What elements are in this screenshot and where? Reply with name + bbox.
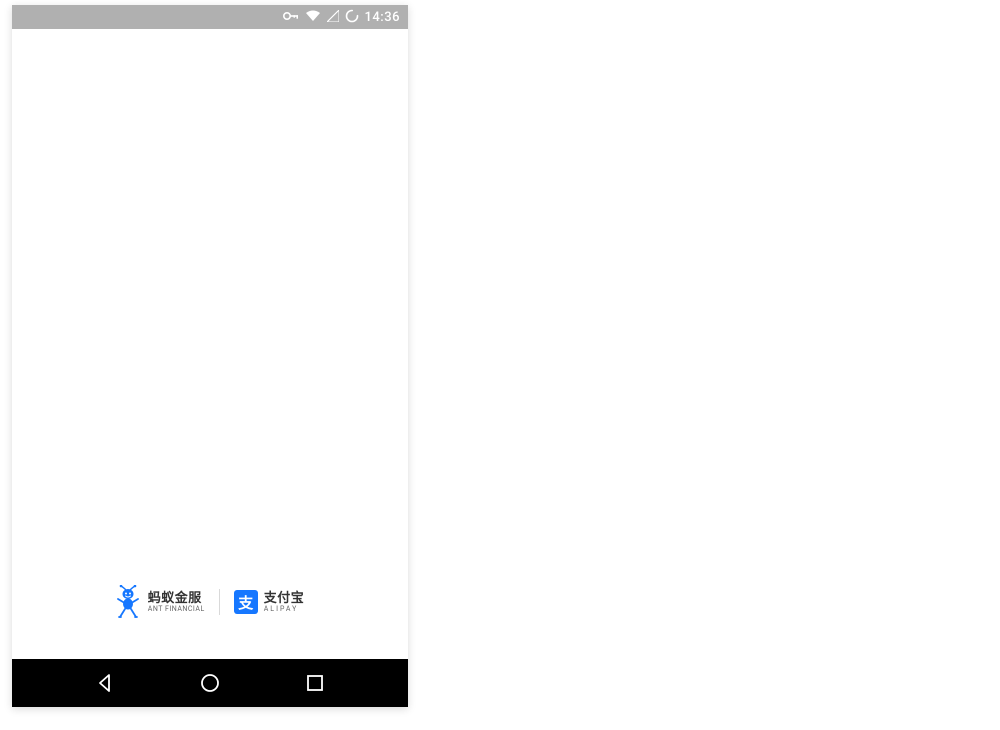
home-button[interactable] — [185, 659, 235, 707]
footer-logos: 蚂蚁金服 ANT FINANCIAL 支 支付宝 ALIPAY — [12, 585, 408, 619]
wifi-icon — [305, 10, 321, 25]
alipay-text: 支付宝 ALIPAY — [264, 592, 305, 613]
alipay-logo: 支 支付宝 ALIPAY — [234, 590, 305, 614]
signal-icon — [327, 10, 339, 25]
ant-financial-logo: 蚂蚁金服 ANT FINANCIAL — [116, 585, 205, 619]
ant-financial-text: 蚂蚁金服 ANT FINANCIAL — [148, 592, 205, 613]
status-bar: 14:36 — [12, 5, 408, 29]
back-button[interactable] — [80, 659, 130, 707]
ant-financial-en: ANT FINANCIAL — [148, 606, 205, 613]
loading-icon — [345, 9, 359, 26]
device-frame: 14:36 — [12, 5, 408, 707]
alipay-cn: 支付宝 — [264, 592, 305, 605]
alipay-en: ALIPAY — [264, 606, 305, 613]
splash-screen: 蚂蚁金服 ANT FINANCIAL 支 支付宝 ALIPAY — [12, 29, 408, 659]
ant-financial-cn: 蚂蚁金服 — [148, 592, 205, 605]
status-time: 14:36 — [365, 10, 400, 25]
system-nav-bar — [12, 659, 408, 707]
ant-mascot-icon — [116, 585, 142, 619]
logo-divider — [219, 589, 220, 615]
recent-apps-button[interactable] — [290, 659, 340, 707]
alipay-icon: 支 — [234, 590, 258, 614]
vpn-key-icon — [283, 10, 299, 24]
